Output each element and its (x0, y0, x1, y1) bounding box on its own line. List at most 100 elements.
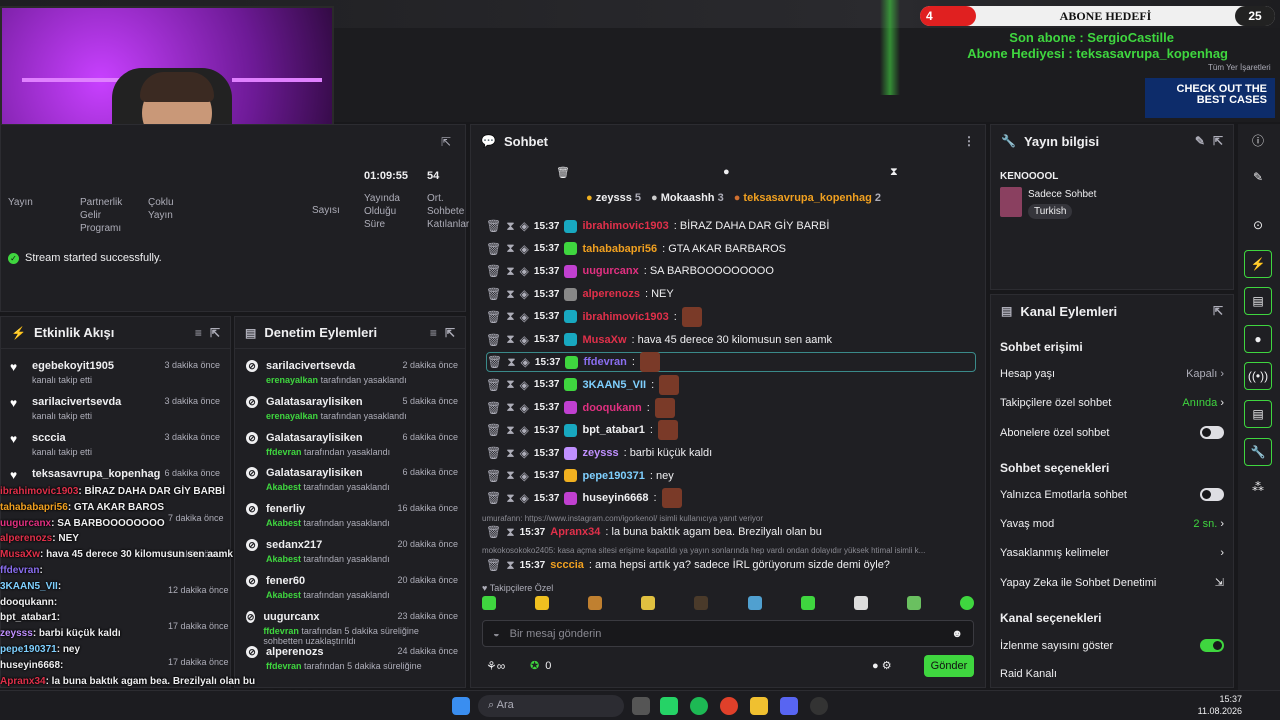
row-banned-words[interactable]: Yasaklanmış kelimeler › (1000, 547, 1224, 559)
chat-message[interactable]: 🗑 ⧗ ◈ 15:37 ibrahimovic1903: BİRAZ DAHA DAR … (486, 216, 976, 236)
chat-input[interactable]: ◒ Bir mesaj gönderin ☻ (482, 620, 974, 647)
trash-icon[interactable]: 🗑 (486, 401, 501, 415)
chat-message[interactable]: 🗑 ⧗ ◈ 15:37 uugurcanx: SA BARBOOOOOOOOO (486, 261, 976, 281)
emote[interactable] (853, 596, 868, 610)
hourglass-icon[interactable]: ⧗ (506, 400, 514, 415)
activity-item[interactable]: ♥ scccia kanalı takip etti 3 dakika önce (0, 432, 230, 468)
message-user[interactable]: scccia (550, 559, 584, 571)
trash-icon[interactable]: 🗑 (486, 287, 501, 301)
message-user[interactable]: dooqukann (582, 402, 641, 414)
emote[interactable] (959, 596, 974, 610)
activity-user[interactable]: scccia (32, 432, 92, 444)
popout-icon[interactable]: ⇱ (1213, 304, 1223, 318)
mod-item[interactable]: ⊘ sarilacivertsevda erenayalkan tarafından… (236, 360, 468, 396)
hourglass-icon[interactable]: ⧗ (507, 355, 515, 370)
discord-icon[interactable] (780, 697, 798, 715)
trash-icon[interactable]: 🗑 (486, 491, 501, 505)
points-icon[interactable]: ⚘∞ (486, 659, 505, 673)
chat-message[interactable]: 🗑 ⧗ ◈ 15:37 huseyin6668: (486, 488, 976, 509)
apps-icon[interactable]: ⁂ (1244, 474, 1272, 502)
activity-user[interactable]: egebekoyit1905 (32, 360, 114, 372)
emote[interactable] (906, 596, 921, 610)
message-user[interactable]: alperenozs (582, 288, 639, 300)
mod-target[interactable]: Galatasaraylisiken (266, 396, 407, 408)
hourglass-icon[interactable]: ⧗ (506, 264, 514, 279)
popout-icon[interactable]: ⇱ (210, 326, 220, 340)
mod-target[interactable]: sarilacivertsevda (266, 360, 407, 372)
trash-icon[interactable]: 🗑 (556, 166, 570, 179)
hourglass-icon[interactable]: ⧗ (506, 491, 514, 506)
message-user[interactable]: bpt_atabar1 (582, 424, 644, 436)
activity-item[interactable]: ♥ sarilacivertsevda kanalı takip etti 3 dak… (0, 396, 230, 432)
taskbar-search[interactable]: ⌕ Ara (478, 695, 624, 717)
chat-message[interactable]: 🗑 ⧗ ◈ 15:37 ibrahimovic1903: (486, 306, 976, 327)
message-user[interactable]: MusaXw (582, 334, 626, 346)
hourglass-icon[interactable]: ⧗ (506, 423, 514, 438)
clock[interactable]: 15:37 11.08.2026 (1198, 693, 1242, 717)
obs-icon[interactable] (810, 697, 828, 715)
row-slow-mode[interactable]: Yavaş mod 2 sn. › (1000, 518, 1224, 530)
hourglass-icon[interactable]: ⧗ (506, 219, 514, 234)
toggle[interactable] (1200, 426, 1224, 439)
chat-bubble-icon[interactable]: ● (723, 166, 730, 178)
hourglass-icon[interactable]: ⧗ (506, 525, 514, 540)
trash-icon[interactable]: 🗑 (486, 242, 501, 256)
info-icon[interactable]: ⓘ (1244, 128, 1272, 156)
message-user[interactable]: tahababapri56 (582, 243, 657, 255)
message-user[interactable]: zeysss (582, 447, 618, 459)
chrome-icon[interactable] (720, 697, 738, 715)
row-show-viewers[interactable]: İzlenme sayısını göster (1000, 639, 1224, 652)
chat-message[interactable]: 🗑 ⧗ ◈ 15:37 pepe190371: ney (486, 466, 976, 486)
message-user[interactable]: huseyin6668 (582, 492, 648, 504)
trash-icon[interactable]: 🗑 (486, 423, 501, 437)
chat-icon[interactable]: ● (1244, 325, 1272, 353)
hourglass-icon[interactable]: ⧗ (506, 377, 514, 392)
emote[interactable] (641, 596, 656, 610)
tag-chip[interactable]: Turkish (1028, 204, 1073, 219)
trash-icon[interactable]: 🗑 (486, 310, 501, 324)
trash-icon[interactable]: 🗑 (486, 446, 501, 460)
chat-message[interactable]: 🗑 ⧗ 15:37 Apranx34: la buna baktık agam b… (486, 522, 976, 542)
chat-message[interactable]: 🗑 ⧗ 15:37 scccia: ama hepsi artık ya? sad… (486, 555, 976, 575)
message-user[interactable]: Apranx34 (550, 526, 600, 538)
toggle[interactable] (1200, 488, 1224, 501)
emote[interactable] (482, 596, 496, 610)
row-followers-only[interactable]: Takipçilere özel sohbet Anında › (1000, 397, 1224, 409)
chat-message[interactable]: 🗑 ⧗ ◈ 15:37 bpt_atabar1: (486, 420, 976, 441)
emote[interactable] (800, 596, 815, 610)
chat-settings-icon[interactable]: ● ⚙ (872, 659, 892, 672)
trash-icon[interactable]: 🗑 (486, 333, 501, 347)
hourglass-icon[interactable]: ⧗ (506, 287, 514, 302)
chat-message[interactable]: 🗑 ⧗ ◈ 15:37 zeysss: barbi küçük kaldı (486, 443, 976, 463)
bookmarks-label[interactable]: Tüm Yer İşaretleri (1208, 63, 1271, 72)
mod-item[interactable]: ⊘ Galatasaraylisiken ffdevran tarafından y… (236, 431, 468, 468)
target-icon[interactable]: ⊙ (1244, 212, 1272, 240)
document-icon[interactable]: ▤ (1244, 287, 1272, 315)
popout-icon[interactable]: ⇱ (445, 326, 455, 340)
toggle[interactable] (1200, 639, 1224, 652)
trash-icon[interactable]: 🗑 (486, 264, 501, 278)
chat-message[interactable]: 🗑 ⧗ ◈ 15:37 tahababapri56: GTA AKAR BARBAROS (486, 239, 976, 259)
activity-user[interactable]: teksasavrupa_kopenhag (32, 468, 160, 480)
row-ai-moderation[interactable]: Yapay Zeka ile Sohbet Denetimi ⇲ (1000, 576, 1224, 590)
chat-message[interactable]: 🗑 ⧗ ◈ 15:37 alperenozs: NEY (486, 284, 976, 304)
emote[interactable] (588, 596, 603, 610)
category-name[interactable]: Sadece Sohbet (1028, 189, 1096, 200)
trash-icon[interactable]: 🗑 (487, 355, 502, 369)
row-emote-only[interactable]: Yalnızca Emotlarla sohbet (1000, 488, 1224, 501)
filter-icon[interactable]: ≡ (430, 326, 437, 340)
message-user[interactable]: ibrahimovic1903 (582, 311, 668, 323)
wrench-icon[interactable]: 🔧 (1244, 438, 1272, 466)
row-raid[interactable]: Raid Kanalı (1000, 668, 1224, 680)
pencil-icon[interactable]: ✎ (1244, 164, 1272, 192)
broadcast-icon[interactable]: ((•)) (1244, 362, 1272, 390)
filter-icon[interactable]: ≡ (195, 326, 202, 340)
hourglass-icon[interactable]: ⧗ (506, 241, 514, 256)
message-user[interactable]: ibrahimovic1903 (582, 220, 668, 232)
server-icon[interactable]: ▤ (1244, 400, 1272, 428)
popout-icon[interactable]: ⇱ (441, 135, 451, 149)
trash-icon[interactable]: 🗑 (486, 378, 501, 392)
start-icon[interactable] (452, 697, 470, 715)
hourglass-icon[interactable]: ⧗ (890, 166, 898, 179)
send-button[interactable]: Gönder (924, 655, 974, 677)
